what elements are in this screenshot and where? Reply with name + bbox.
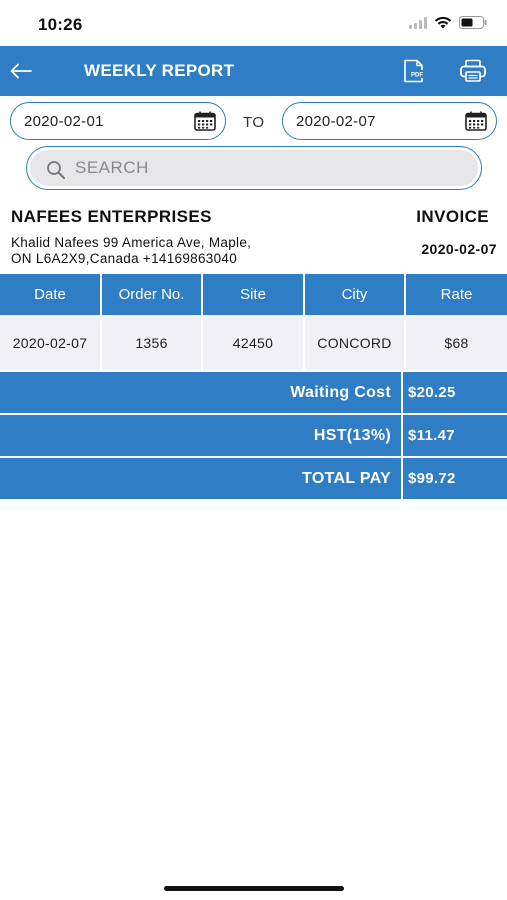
summary-label: HST(13%): [0, 415, 403, 456]
search-field[interactable]: [30, 150, 478, 186]
column-header-date: Date: [0, 274, 102, 315]
invoice-label: INVOICE: [416, 207, 489, 226]
battery-icon: [459, 16, 487, 29]
date-range-separator: TO: [243, 114, 265, 131]
search-input[interactable]: [75, 150, 455, 186]
status-time: 10:26: [38, 15, 83, 34]
date-to-field[interactable]: 2020-02-07: [282, 102, 497, 140]
summary-value: $99.72: [408, 470, 456, 487]
company-name: NAFEES ENTERPRISES: [11, 207, 212, 226]
back-button[interactable]: [8, 58, 34, 84]
app-bar: WEEKLY REPORT PDF: [0, 46, 507, 96]
table-header: Date Order No. Site City Rate: [0, 274, 507, 315]
search-icon: [47, 161, 65, 179]
column-header-order-no: Order No.: [102, 274, 203, 315]
signal-icon: [409, 16, 427, 29]
pdf-icon: PDF: [404, 59, 425, 83]
arrow-left-icon: [10, 63, 32, 79]
svg-text:PDF: PDF: [411, 73, 423, 79]
page-title: WEEKLY REPORT: [84, 61, 235, 80]
cell-site: 42450: [203, 315, 305, 370]
orders-table: Date Order No. Site City Rate 2020-02-07…: [0, 274, 507, 370]
column-header-rate: Rate: [440, 286, 473, 303]
summary-row-hst: HST(13%) $11.47: [0, 415, 507, 456]
home-indicator[interactable]: [164, 886, 344, 891]
calendar-icon[interactable]: [194, 111, 216, 131]
status-bar: 10:26: [0, 0, 507, 46]
cell-city: CONCORD: [305, 315, 406, 370]
date-from-field[interactable]: 2020-02-01: [10, 102, 226, 140]
summary-value: $20.25: [408, 384, 456, 401]
printer-icon: [460, 59, 486, 82]
wifi-icon: [434, 16, 452, 29]
summary-label: Waiting Cost: [0, 372, 403, 413]
search-bar: [26, 146, 482, 190]
summary-label: TOTAL PAY: [0, 458, 403, 499]
column-header-city: City: [305, 274, 406, 315]
company-address-line-1: Khalid Nafees 99 America Ave, Maple,: [11, 235, 252, 250]
date-to-value: 2020-02-07: [296, 113, 376, 130]
cell-order-no: 1356: [102, 315, 203, 370]
cell-date: 2020-02-07: [0, 315, 102, 370]
summary-section: Waiting Cost $20.25 HST(13%) $11.47 TOTA…: [0, 372, 507, 501]
table-row[interactable]: 2020-02-07 1356 42450 CONCORD $68: [0, 315, 507, 370]
date-from-value: 2020-02-01: [24, 113, 104, 130]
status-icons: [409, 16, 487, 29]
print-button[interactable]: [459, 59, 487, 83]
cell-rate: $68: [444, 334, 469, 351]
summary-row-total-pay: TOTAL PAY $99.72: [0, 458, 507, 499]
company-address-line-2: ON L6A2X9,Canada +14169863040: [11, 251, 238, 266]
summary-value: $11.47: [408, 427, 455, 444]
summary-row-waiting-cost: Waiting Cost $20.25: [0, 372, 507, 413]
calendar-icon[interactable]: [465, 111, 487, 131]
column-header-site: Site: [203, 274, 305, 315]
pdf-button[interactable]: PDF: [402, 59, 426, 83]
invoice-date: 2020-02-07: [421, 241, 497, 257]
